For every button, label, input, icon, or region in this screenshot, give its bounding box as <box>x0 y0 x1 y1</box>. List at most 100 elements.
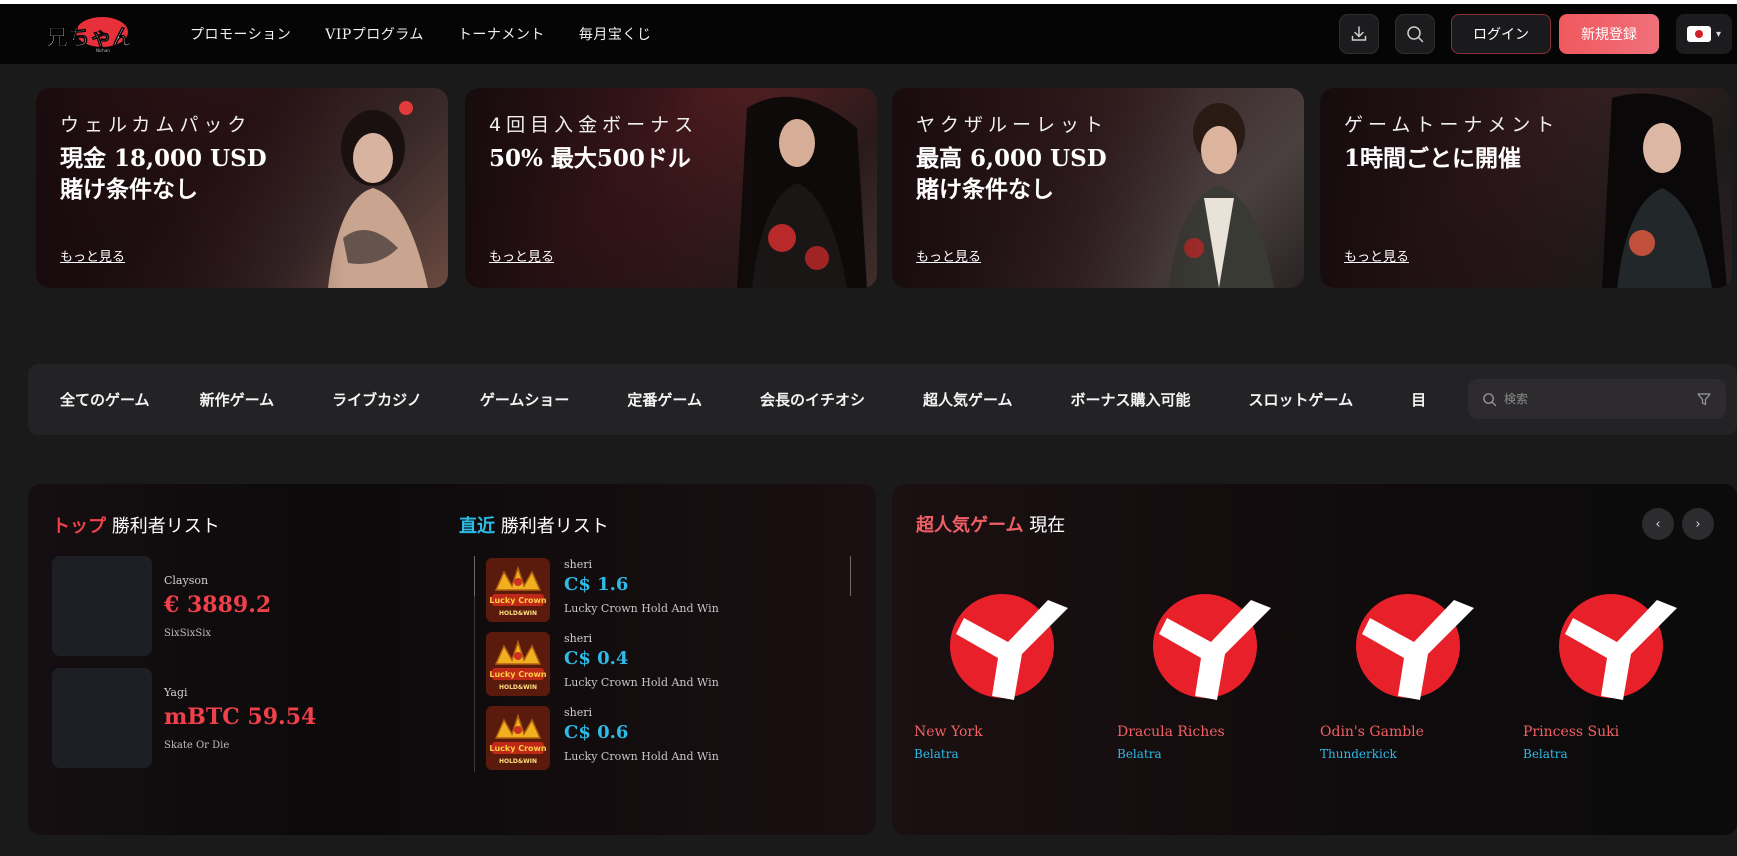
winner-game-thumbnail <box>52 556 152 656</box>
game-card[interactable]: Dracula Riches Belatra <box>1117 548 1297 788</box>
top-winners-title-text: 勝利者リスト <box>111 516 220 537</box>
popular-games-panel: 超人気ゲーム 現在 ‹ › New York Belatra Dracula R… <box>892 484 1737 835</box>
thumb-title: Lucky Crown <box>489 670 547 679</box>
tab-popular-games[interactable]: 超人気ゲーム <box>923 389 1013 410</box>
winner-amount: C$ 0.6 <box>564 722 629 743</box>
carousel-next-button[interactable]: › <box>1682 508 1714 540</box>
banner-title: 最高 6,000 USD 賭け条件なし <box>916 143 1176 205</box>
tab-slot-games[interactable]: スロットゲーム <box>1249 389 1354 410</box>
logo-graphic: 兄ちゃん Nichan <box>45 17 130 53</box>
recent-winner-item[interactable]: Lucky Crown HOLD&WIN sheri C$ 1.6 Lucky … <box>486 556 866 624</box>
search-icon <box>1483 393 1497 407</box>
download-icon <box>1351 26 1367 41</box>
promo-banners: ウェルカムパック 現金 18,000 USD 賭け条件なし もっと見る 4回目入金… <box>36 88 1737 288</box>
game-card[interactable]: Odin's Gamble Thunderkick <box>1320 548 1500 788</box>
recent-winners-title-text: 勝利者リスト <box>500 516 609 537</box>
game-card[interactable]: New York Belatra <box>914 548 1094 788</box>
banner-welcome[interactable]: ウェルカムパック 現金 18,000 USD 賭け条件なし もっと見る <box>36 88 448 288</box>
top-winner-item[interactable]: Clayson € 3889.2 SixSixSix <box>52 556 412 656</box>
list-divider <box>474 596 475 772</box>
winner-username: sheri <box>564 558 593 571</box>
japan-flag-icon <box>1686 26 1711 42</box>
banner-tournament[interactable]: ゲームトーナメント 1時間ごとに開催 もっと見る <box>1320 88 1732 288</box>
banner-subtitle: ゲームトーナメント <box>1344 114 1560 136</box>
lucky-crown-thumbnail: Lucky Crown HOLD&WIN <box>486 632 550 696</box>
category-tabs: 全てのゲーム 新作ゲーム ライブカジノ ゲームショー 定番ゲーム 会長のイチオシ… <box>60 364 1470 435</box>
winner-amount: mBTC 59.54 <box>164 704 317 730</box>
banner-title-line: 賭け条件なし <box>60 176 198 203</box>
banner-more-link[interactable]: もっと見る <box>1344 246 1409 265</box>
download-button[interactable] <box>1339 14 1379 54</box>
recent-winners-title: 直近 勝利者リスト <box>459 512 609 538</box>
nav-tournaments[interactable]: トーナメント <box>458 24 545 44</box>
banner-more-link[interactable]: もっと見る <box>60 246 125 265</box>
list-divider <box>474 556 475 596</box>
tab-game-shows[interactable]: ゲームショー <box>480 389 570 410</box>
game-provider[interactable]: Thunderkick <box>1320 747 1397 761</box>
lucky-crown-thumbnail: Lucky Crown HOLD&WIN <box>486 706 550 770</box>
nav-lottery[interactable]: 毎月宝くじ <box>579 24 652 44</box>
lucky-crown-image: Lucky Crown HOLD&WIN <box>486 632 550 696</box>
winners-panel: トップ 勝利者リスト Clayson € 3889.2 SixSixSix Ya… <box>28 484 876 835</box>
category-bar: 全てのゲーム 新作ゲーム ライブカジノ ゲームショー 定番ゲーム 会長のイチオシ… <box>28 364 1737 435</box>
banner-more-link[interactable]: もっと見る <box>489 246 554 265</box>
page-bottom <box>0 838 1737 856</box>
recent-winner-item[interactable]: Lucky Crown HOLD&WIN sheri C$ 0.6 Lucky … <box>486 704 866 772</box>
tab-more[interactable]: 目 <box>1411 389 1426 410</box>
tab-all-games[interactable]: 全てのゲーム <box>60 389 150 410</box>
recent-winner-item[interactable]: Lucky Crown HOLD&WIN sheri C$ 0.4 Lucky … <box>486 630 866 698</box>
game-placeholder-logo <box>1559 594 1677 700</box>
game-provider[interactable]: Belatra <box>914 747 959 761</box>
game-title: Odin's Gamble <box>1320 724 1424 740</box>
game-placeholder-logo <box>1356 594 1474 700</box>
nav-vip[interactable]: VIPプログラム <box>325 24 424 44</box>
nav-promotions[interactable]: プロモーション <box>190 24 291 44</box>
game-search-input[interactable] <box>1504 379 1684 419</box>
filter-icon[interactable] <box>1696 391 1712 407</box>
banner-title: 50% 最大500ドル <box>489 143 749 174</box>
tab-live-casino[interactable]: ライブカジノ <box>332 389 422 410</box>
top-winner-item[interactable]: Yagi mBTC 59.54 Skate Or Die <box>52 668 412 768</box>
top-winners-title-accent: トップ <box>52 516 106 537</box>
tab-new-games[interactable]: 新作ゲーム <box>200 389 275 410</box>
banner-more-link[interactable]: もっと見る <box>916 246 981 265</box>
banner-title-line: 最高 6,000 USD <box>916 145 1107 172</box>
winner-game-name: SixSixSix <box>164 628 212 639</box>
thumb-subtitle: HOLD&WIN <box>499 684 537 691</box>
tab-classic-games[interactable]: 定番ゲーム <box>627 389 702 410</box>
login-button[interactable]: ログイン <box>1451 14 1551 54</box>
banner-title-line: 50% 最大500ドル <box>489 145 691 172</box>
game-title: New York <box>914 724 983 740</box>
banner-subtitle: ヤクザルーレット <box>916 114 1109 136</box>
thumb-title: Lucky Crown <box>489 744 547 753</box>
game-card[interactable]: Princess Suki Belatra <box>1523 548 1703 788</box>
site-header: 兄ちゃん Nichan プロモーション VIPプログラム トーナメント 毎月宝く… <box>0 4 1737 64</box>
thumb-title: Lucky Crown <box>489 596 547 605</box>
winner-username: sheri <box>564 706 593 719</box>
game-search-box <box>1468 379 1726 419</box>
register-button[interactable]: 新規登録 <box>1559 14 1659 54</box>
banner-title-line: 賭け条件なし <box>916 176 1054 203</box>
svg-text:Nichan: Nichan <box>96 48 110 53</box>
winner-game-name: Lucky Crown Hold And Win <box>564 602 719 615</box>
popular-games-title-accent: 超人気ゲーム <box>916 515 1024 536</box>
banner-title-line: 1時間ごとに開催 <box>1344 145 1522 172</box>
winner-game-name: Skate Or Die <box>164 740 230 751</box>
winner-amount: C$ 0.4 <box>564 648 629 669</box>
winner-username: Yagi <box>164 686 188 699</box>
game-provider[interactable]: Belatra <box>1117 747 1162 761</box>
carousel-prev-button[interactable]: ‹ <box>1642 508 1674 540</box>
banner-subtitle: 4回目入金ボーナス <box>489 114 699 136</box>
language-selector[interactable]: ▾ <box>1676 14 1732 54</box>
lucky-crown-image: Lucky Crown HOLD&WIN <box>486 706 550 770</box>
tab-chairman-picks[interactable]: 会長のイチオシ <box>760 389 865 410</box>
lucky-crown-thumbnail: Lucky Crown HOLD&WIN <box>486 558 550 622</box>
game-provider[interactable]: Belatra <box>1523 747 1568 761</box>
search-button[interactable] <box>1395 14 1435 54</box>
game-title: Dracula Riches <box>1117 724 1225 740</box>
banner-yakuza-roulette[interactable]: ヤクザルーレット 最高 6,000 USD 賭け条件なし もっと見る <box>892 88 1304 288</box>
tab-bonus-buy[interactable]: ボーナス購入可能 <box>1071 389 1191 410</box>
site-logo[interactable]: 兄ちゃん Nichan <box>44 16 130 54</box>
banner-title: 1時間ごとに開催 <box>1344 143 1604 174</box>
banner-fourth-deposit[interactable]: 4回目入金ボーナス 50% 最大500ドル もっと見る <box>465 88 877 288</box>
